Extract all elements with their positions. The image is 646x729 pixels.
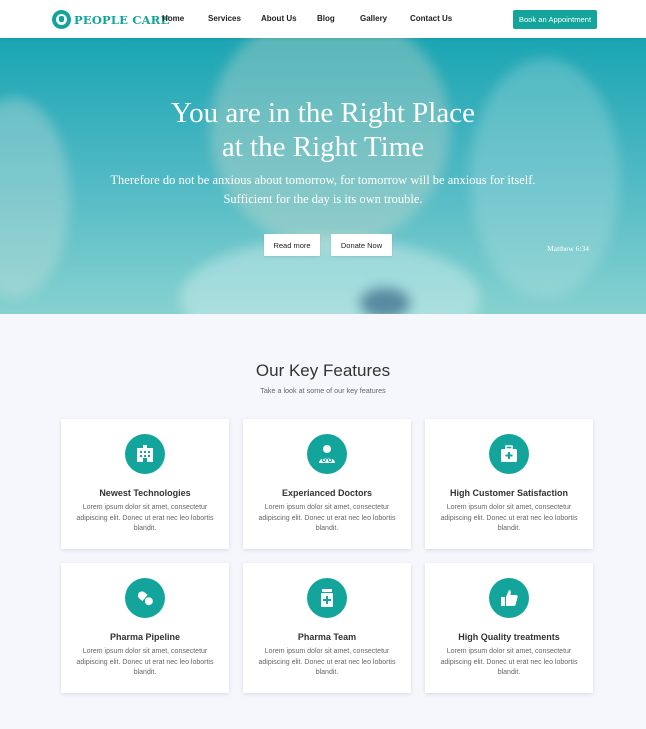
medicine-bottle-icon (307, 578, 347, 618)
quote-attribution: Matthew 6:34 (547, 244, 589, 253)
nav-services[interactable]: Services (208, 14, 241, 23)
book-appointment-button[interactable]: Book an Appointment (513, 10, 597, 29)
feature-card-text: Lorem ipsum dolor sit amet, consectetur … (440, 648, 578, 676)
feature-card-title: Newest Technologies (99, 488, 191, 498)
features-subtitle: Take a look at some of our key features (260, 386, 386, 395)
hero-title-line: at the Right Time (221, 131, 425, 163)
logo-text: PEOPLE CARE (74, 12, 170, 27)
thumbs-up-icon (489, 578, 529, 618)
feature-card: High Quality treatments Lorem ipsum dolo… (425, 563, 593, 693)
hero-title-line: You are in the Right Place (171, 97, 475, 129)
nav-about-us[interactable]: About Us (261, 14, 297, 23)
nav-home[interactable]: Home (162, 14, 184, 23)
feature-card-title: Pharma Team (297, 632, 357, 642)
hero-background-figure (360, 288, 410, 314)
feature-card: Pharma Team Lorem ipsum dolor sit amet, … (243, 563, 411, 693)
hero-background-figure (180, 238, 480, 314)
hero-quote: Therefore do not be anxious about tomorr… (0, 171, 646, 209)
nav-blog[interactable]: Blog (317, 14, 335, 23)
nav-gallery[interactable]: Gallery (360, 14, 387, 23)
feature-card: Pharma Pipeline Lorem ipsum dolor sit am… (61, 563, 229, 693)
read-more-button[interactable]: Read more (264, 234, 320, 256)
nav-contact-us[interactable]: Contact Us (410, 14, 452, 23)
hero-title: You are in the Right Place at the Right … (0, 96, 646, 164)
feature-card-text: Lorem ipsum dolor sit amet, consectetur … (76, 504, 214, 532)
feature-card: Newest Technologies Lorem ipsum dolor si… (61, 419, 229, 549)
hero-quote-line: Sufficient for the day is its own troubl… (223, 192, 423, 206)
logo[interactable]: PEOPLE CARE (52, 10, 170, 29)
site-header: PEOPLE CARE Home Services About Us Blog … (0, 0, 646, 38)
doctor-icon (307, 434, 347, 474)
hero-quote-line: Therefore do not be anxious about tomorr… (110, 173, 536, 187)
medical-kit-icon (489, 434, 529, 474)
feature-card-text: Lorem ipsum dolor sit amet, consectetur … (258, 648, 396, 676)
feature-card-text: Lorem ipsum dolor sit amet, consectetur … (258, 504, 396, 532)
feature-card-title: High Quality treatments (458, 632, 560, 642)
feature-card-text: Lorem ipsum dolor sit amet, consectetur … (76, 648, 214, 676)
features-title: Our Key Features (255, 361, 391, 380)
feature-card-title: Experianced Doctors (281, 488, 373, 498)
feature-card: High Customer Satisfaction Lorem ipsum d… (425, 419, 593, 549)
feature-card-title: High Customer Satisfaction (449, 488, 568, 498)
donate-now-button[interactable]: Donate Now (331, 234, 392, 256)
hospital-icon (125, 434, 165, 474)
pills-icon (125, 578, 165, 618)
hero-section: You are in the Right Place at the Right … (0, 38, 646, 314)
logo-icon (52, 10, 71, 29)
feature-card-title: Pharma Pipeline (109, 632, 181, 642)
feature-card: Experianced Doctors Lorem ipsum dolor si… (243, 419, 411, 549)
feature-card-text: Lorem ipsum dolor sit amet, consectetur … (440, 504, 578, 532)
